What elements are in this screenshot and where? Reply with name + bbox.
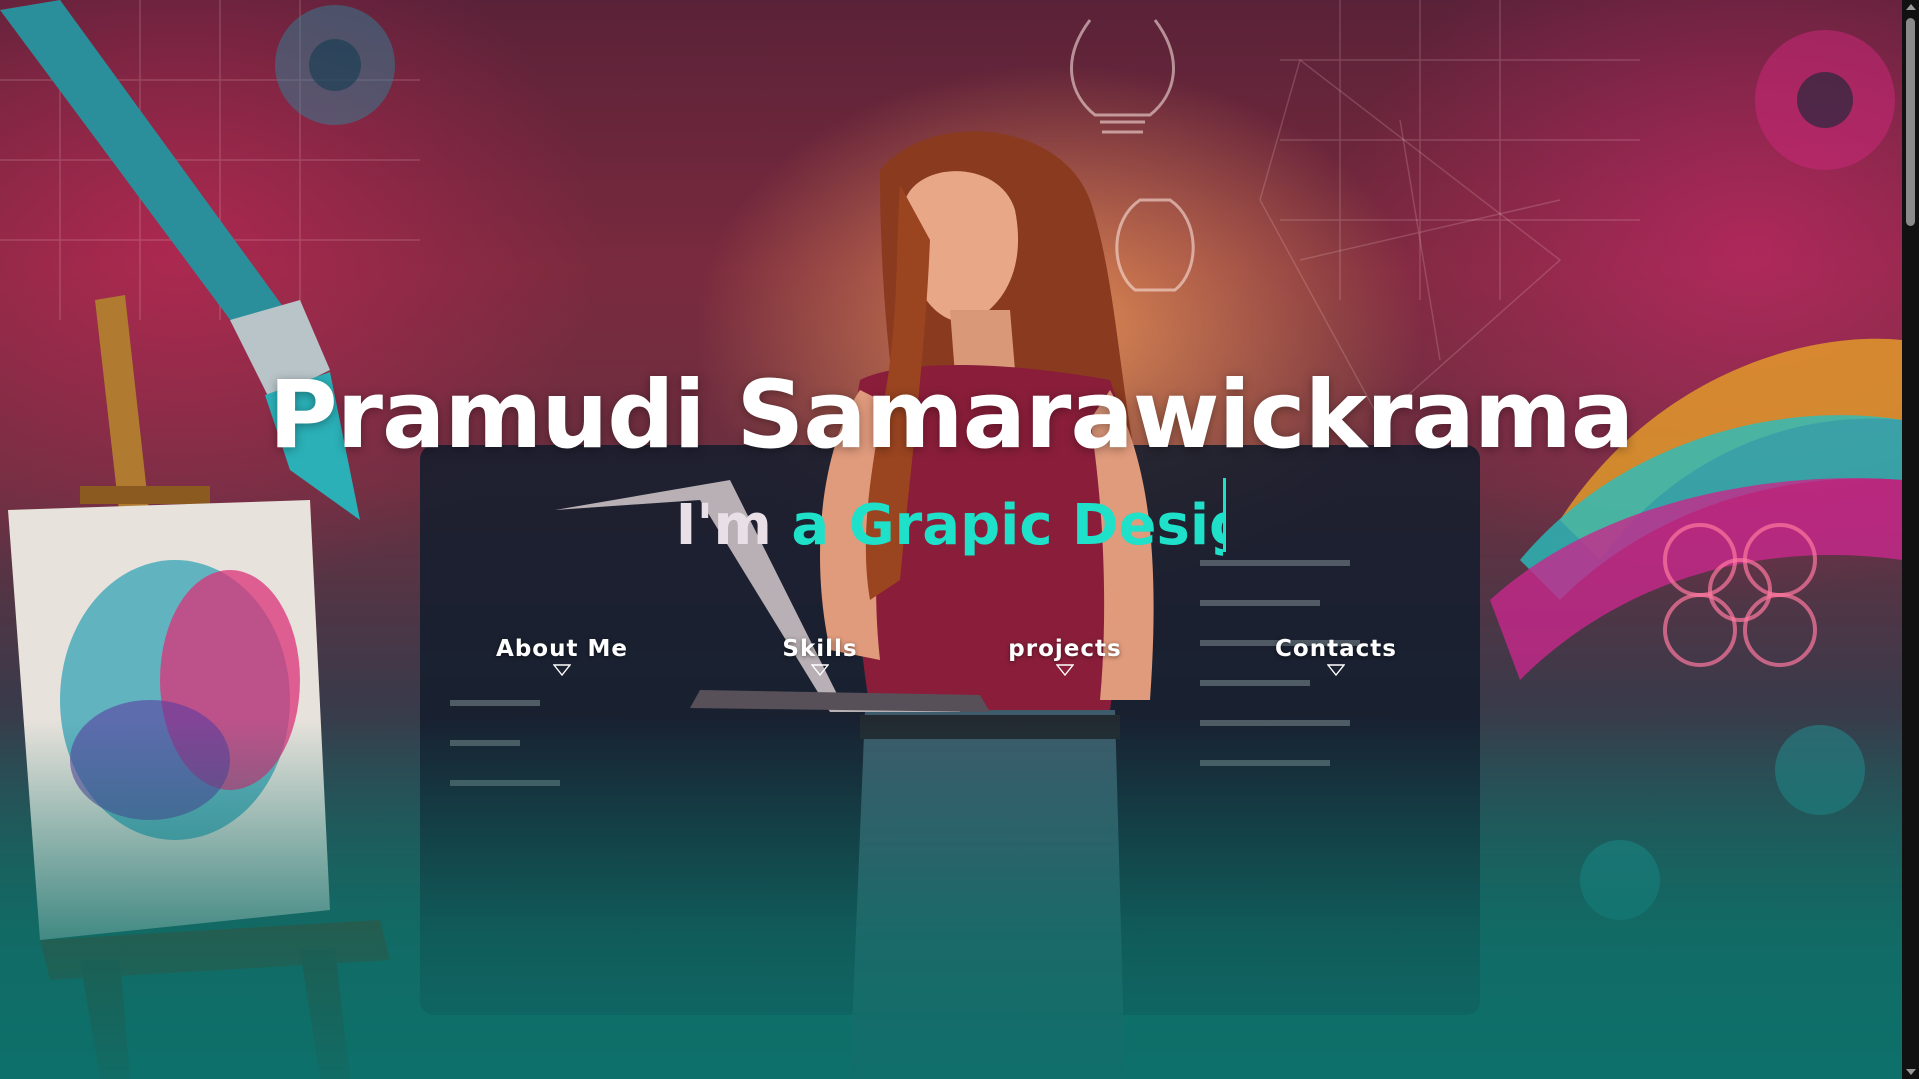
nav-contacts[interactable]: Contacts [1258, 636, 1414, 676]
nav-projects-label: projects [1008, 636, 1122, 662]
nav-projects[interactable]: projects [1000, 636, 1130, 676]
page-scrollbar[interactable] [1902, 0, 1919, 1079]
scrollbar-thumb[interactable] [1906, 18, 1915, 226]
nav-skills[interactable]: Skills [770, 636, 870, 676]
typing-role-text: a Grapic Desig [791, 493, 1224, 558]
hero-name-title: Pramudi Samarawickrama [268, 361, 1635, 470]
typing-caret [1223, 478, 1227, 552]
subtitle-intro: I'm [675, 493, 772, 558]
chevron-down-icon [1327, 664, 1345, 676]
nav-about-me-label: About Me [496, 636, 628, 662]
chevron-down-icon [811, 664, 829, 676]
nav-skills-label: Skills [782, 636, 858, 662]
scroll-up-arrow-icon[interactable] [1906, 4, 1916, 10]
chevron-down-icon [553, 664, 571, 676]
scroll-down-arrow-icon[interactable] [1906, 1069, 1916, 1075]
nav-about-me[interactable]: About Me [490, 636, 634, 676]
hero-subtitle: I'm a Grapic Desig [0, 478, 1902, 567]
section-nav: About Me Skills projects Contacts [0, 636, 1902, 696]
nav-contacts-label: Contacts [1275, 636, 1397, 662]
chevron-down-icon [1056, 664, 1074, 676]
bottom-fade [0, 719, 1902, 1079]
